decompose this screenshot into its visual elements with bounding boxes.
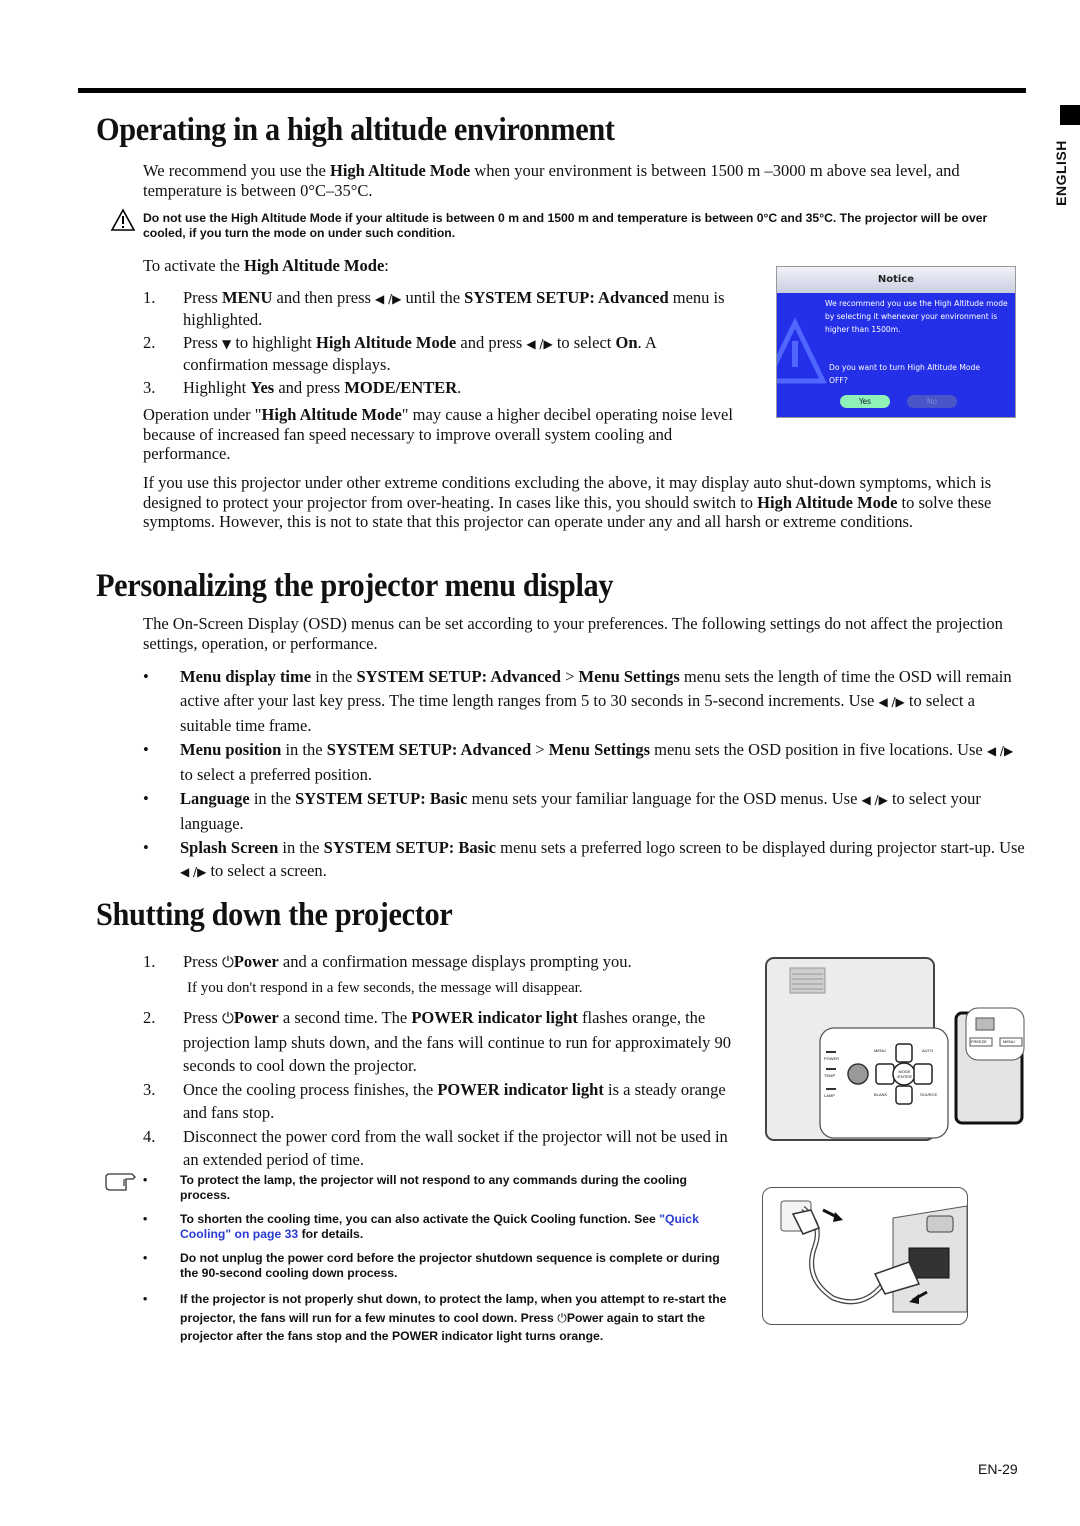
section-title-shutting-down: Shutting down the projector: [96, 897, 453, 933]
osd-dialog-message: We recommend you use the High Altitude m…: [825, 299, 1008, 334]
left-right-arrow-icon: ◀ /▶: [861, 792, 888, 807]
remote-key-label: FREEZE: [971, 1039, 987, 1044]
shutdown-note: • To shorten the cooling time, you can al…: [143, 1212, 699, 1241]
key-label: AUTO: [922, 1048, 934, 1053]
indicator-label: TEMP: [824, 1073, 836, 1078]
power-icon: ⏻: [557, 1310, 567, 1325]
down-arrow-icon: ▼: [221, 337, 232, 351]
section-title-high-altitude: Operating in a high altitude environment: [96, 112, 615, 148]
power-cord-figure: [762, 1187, 968, 1325]
shutdown-steps: 1. Press ⏻Power and a confirmation messa…: [143, 950, 743, 1172]
key-label: MENU: [874, 1048, 886, 1053]
header-rule: [78, 88, 1026, 93]
shutdown-step: 1. Press ⏻Power and a confirmation messa…: [143, 950, 743, 1000]
osd-yes-button[interactable]: Yes: [840, 395, 890, 408]
high-altitude-intro: We recommend you use the High Altitude M…: [143, 161, 960, 200]
left-right-arrow-icon: ◀ /▶: [526, 337, 553, 351]
activate-step: 3. Highlight Yes and press MODE/ENTER.: [143, 378, 462, 397]
shutdown-note: • To protect the lamp, the projector will…: [143, 1173, 687, 1202]
left-right-arrow-icon: ◀ /▶: [375, 292, 402, 306]
page-number: EN-29: [978, 1461, 1018, 1477]
menu-setting-item: • Menu position in the SYSTEM SETUP: Adv…: [143, 739, 1014, 785]
power-icon: ⏻: [221, 953, 234, 971]
key-label: BLANK: [874, 1092, 888, 1097]
osd-dialog-title: Notice: [777, 267, 1015, 293]
menu-setting-item: • Menu display time in the SYSTEM SETUP:…: [143, 667, 1012, 735]
power-icon: ⏻: [221, 1009, 234, 1027]
activate-steps: 1. Press MENU and then press ◀ /▶ until …: [143, 288, 743, 398]
note-hand-icon: [104, 1172, 138, 1194]
osd-no-button[interactable]: No: [907, 395, 957, 408]
section-title-menu-display: Personalizing the projector menu display: [96, 568, 614, 604]
menu-setting-item: • Language in the SYSTEM SETUP: Basic me…: [143, 788, 981, 834]
key-label: SOURCE: [920, 1092, 938, 1097]
left-right-arrow-icon: ◀ /▶: [878, 694, 905, 709]
osd-warning-icon: [777, 317, 827, 384]
remote-key-label: MENU: [1003, 1039, 1015, 1044]
activate-step: 2. Press ▼ to highlight High Altitude Mo…: [143, 333, 656, 374]
warning-icon: [110, 208, 136, 232]
osd-notice-dialog: Notice We recommend you use the High Alt…: [776, 266, 1016, 418]
shutdown-step: 4. Disconnect the power cord from the wa…: [143, 1126, 728, 1170]
activate-lead: To activate the High Altitude Mode:: [143, 256, 389, 275]
operation-note: Operation under "High Altitude Mode" may…: [143, 405, 733, 463]
shutdown-step: 3. Once the cooling process finishes, th…: [143, 1079, 726, 1123]
extreme-conditions-paragraph: If you use this projector under other ex…: [143, 473, 992, 531]
language-tab-marker: [1060, 105, 1080, 125]
menu-display-intro: The On-Screen Display (OSD) menus can be…: [143, 614, 1003, 653]
indicator-label: POWER: [824, 1056, 840, 1061]
shutdown-step: 2. Press ⏻Power a second time. The POWER…: [143, 1008, 732, 1075]
menu-setting-item: • Splash Screen in the SYSTEM SETUP: Bas…: [143, 837, 1025, 881]
shutdown-note: • Do not unplug the power cord before th…: [143, 1251, 720, 1280]
menu-settings-list: • Menu display time in the SYSTEM SETUP:…: [143, 665, 1028, 885]
shutdown-step-subnote: If you don't respond in a few seconds, t…: [187, 979, 583, 996]
osd-dialog-question: Do you want to turn High Altitude Mode O…: [829, 363, 981, 385]
left-right-arrow-icon: ◀ /▶: [986, 743, 1014, 758]
shutdown-notes: • To protect the lamp, the projector will…: [143, 1173, 733, 1346]
indicator-label: LAMP: [824, 1093, 835, 1098]
left-right-arrow-icon: ◀ /▶: [180, 865, 207, 879]
altitude-warning-text: Do not use the High Altitude Mode if you…: [143, 211, 988, 240]
language-tab-label: ENGLISH: [1053, 140, 1069, 206]
key-label: MODE /ENTER: [897, 1069, 912, 1079]
control-panel-figure: POWER TEMP LAMP MENU AUTO MODE /ENTER BL…: [760, 948, 1040, 1146]
shutdown-note: • If the projector is not properly shut d…: [143, 1292, 727, 1343]
activate-step: 1. Press MENU and then press ◀ /▶ until …: [143, 288, 725, 329]
